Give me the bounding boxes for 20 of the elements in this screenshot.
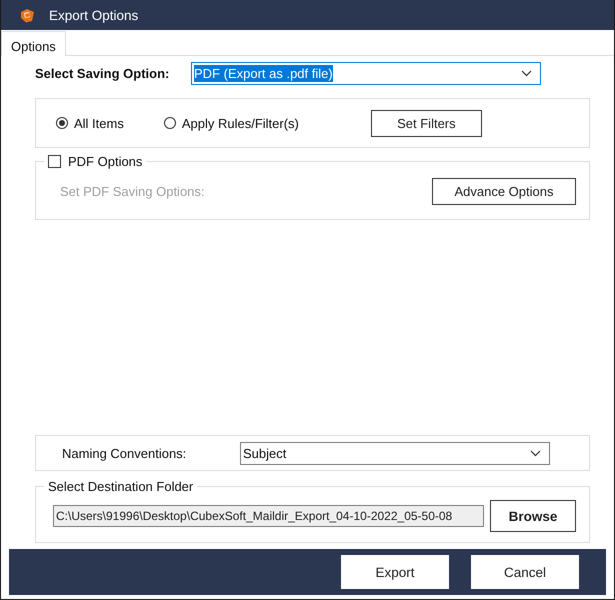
advance-options-button[interactable]: Advance Options xyxy=(432,178,576,204)
set-filters-button[interactable]: Set Filters xyxy=(370,110,482,136)
app-logo-icon xyxy=(20,8,35,22)
chevron-down-icon xyxy=(521,70,532,77)
chevron-down-icon xyxy=(530,450,541,456)
export-button[interactable]: Export xyxy=(341,555,449,589)
hint-text: Set PDF Saving Options: xyxy=(60,184,205,198)
saving-option-dropdown[interactable]: PDF (Export as .pdf file) xyxy=(191,62,541,85)
radio-button[interactable]: Apply Rules/Filter(s) xyxy=(164,116,299,130)
window-title: Export Options xyxy=(49,8,138,22)
group-title: Select Destination Folder xyxy=(47,479,194,494)
cancel-button[interactable]: Cancel xyxy=(471,555,579,589)
field-label: Select Saving Option: xyxy=(35,66,170,81)
browse-button[interactable]: Browse xyxy=(490,500,576,532)
pdf-options-checkbox[interactable]: PDF Options xyxy=(48,154,142,169)
tab[interactable]: Options xyxy=(1,31,66,56)
path-field[interactable]: C:\Users\91996\Desktop\CubexSoft_Maildir_Export_04-10-2022_05-50-08 xyxy=(53,505,484,527)
naming-dropdown[interactable]: Subject xyxy=(240,442,550,464)
radio-button[interactable]: All Items xyxy=(56,116,124,130)
field-label: Naming Conventions: xyxy=(62,446,188,460)
